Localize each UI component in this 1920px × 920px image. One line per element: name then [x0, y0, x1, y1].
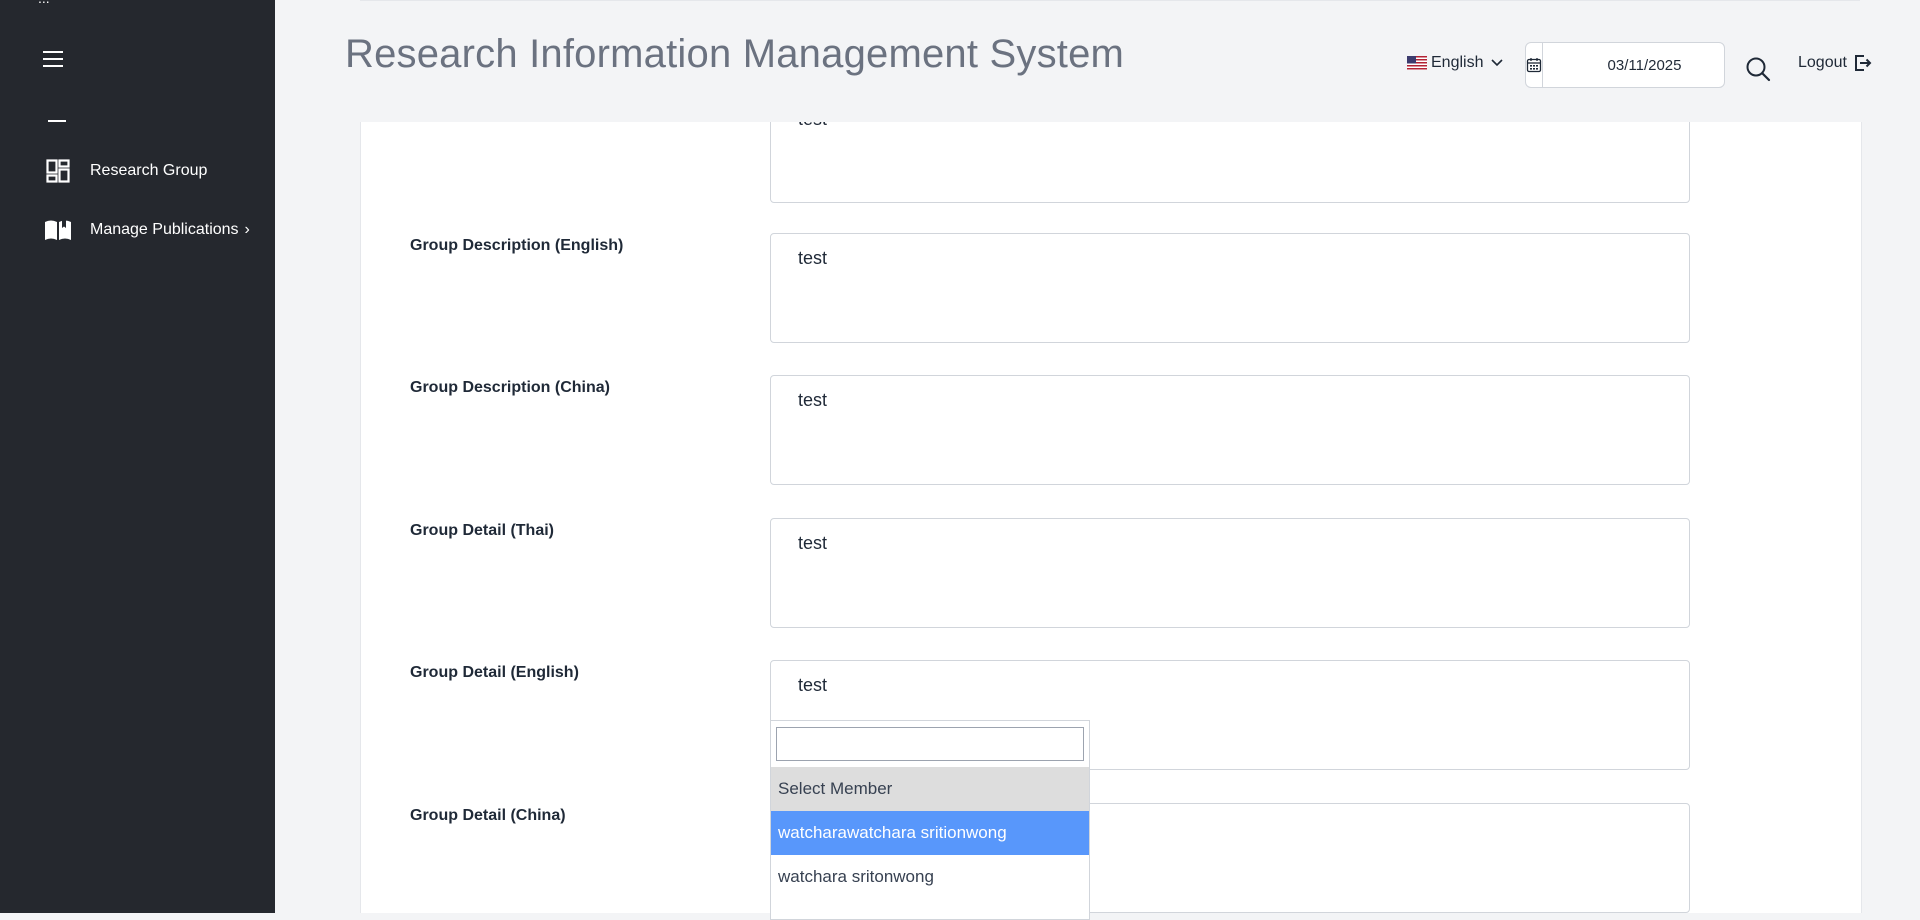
date-picker[interactable]	[1525, 42, 1746, 88]
sidebar: ... Research Group Manage Publications ›	[0, 0, 275, 913]
dropdown-option[interactable]: watchara sritonwong	[771, 855, 1089, 899]
sidebar-top-text: ...	[38, 0, 50, 6]
dashboard-grid-icon	[44, 157, 72, 185]
search-icon[interactable]	[1745, 56, 1771, 82]
language-selector[interactable]: English	[1407, 54, 1504, 72]
sidebar-item-research-group[interactable]: Research Group	[44, 155, 207, 187]
calendar-icon[interactable]	[1526, 43, 1543, 87]
group-description-china-textarea[interactable]: test	[770, 375, 1690, 485]
language-label: English	[1431, 54, 1484, 71]
date-input[interactable]	[1543, 55, 1746, 75]
field-label: Group Detail (English)	[410, 664, 579, 681]
header-divider	[360, 0, 1860, 1]
member-select-dropdown: Select Member watcharawatchara sritionwo…	[770, 720, 1090, 920]
field-label: Group Detail (China)	[410, 807, 566, 824]
chevron-right-icon: ›	[244, 221, 250, 238]
us-flag-icon	[1407, 56, 1427, 70]
logout-icon	[1854, 55, 1872, 71]
field-label: Group Description (English)	[410, 237, 624, 254]
page-title: Research Information Management System	[345, 32, 1125, 76]
chevron-down-icon	[1491, 59, 1504, 67]
logout-button[interactable]: Logout	[1798, 53, 1873, 73]
group-detail-thai-textarea[interactable]: test	[770, 518, 1690, 628]
sidebar-item-label: Manage Publications	[90, 221, 239, 238]
top-header: Research Information Management System E…	[275, 0, 1920, 122]
hamburger-menu-icon[interactable]	[42, 50, 64, 68]
member-search-input[interactable]	[776, 727, 1084, 761]
open-book-icon	[44, 216, 72, 244]
field-label: Group Description (China)	[410, 379, 610, 396]
sidebar-item-label: Research Group	[90, 162, 208, 179]
logout-label: Logout	[1798, 54, 1847, 71]
field-label: Group Detail (Thai)	[410, 522, 554, 539]
sidebar-partial-item	[48, 120, 66, 122]
dropdown-option-placeholder[interactable]: Select Member	[771, 767, 1089, 811]
sidebar-item-manage-publications[interactable]: Manage Publications ›	[44, 214, 250, 246]
dropdown-option-highlighted[interactable]: watcharawatchara sritionwong	[771, 811, 1089, 855]
group-description-english-textarea[interactable]: test	[770, 233, 1690, 343]
